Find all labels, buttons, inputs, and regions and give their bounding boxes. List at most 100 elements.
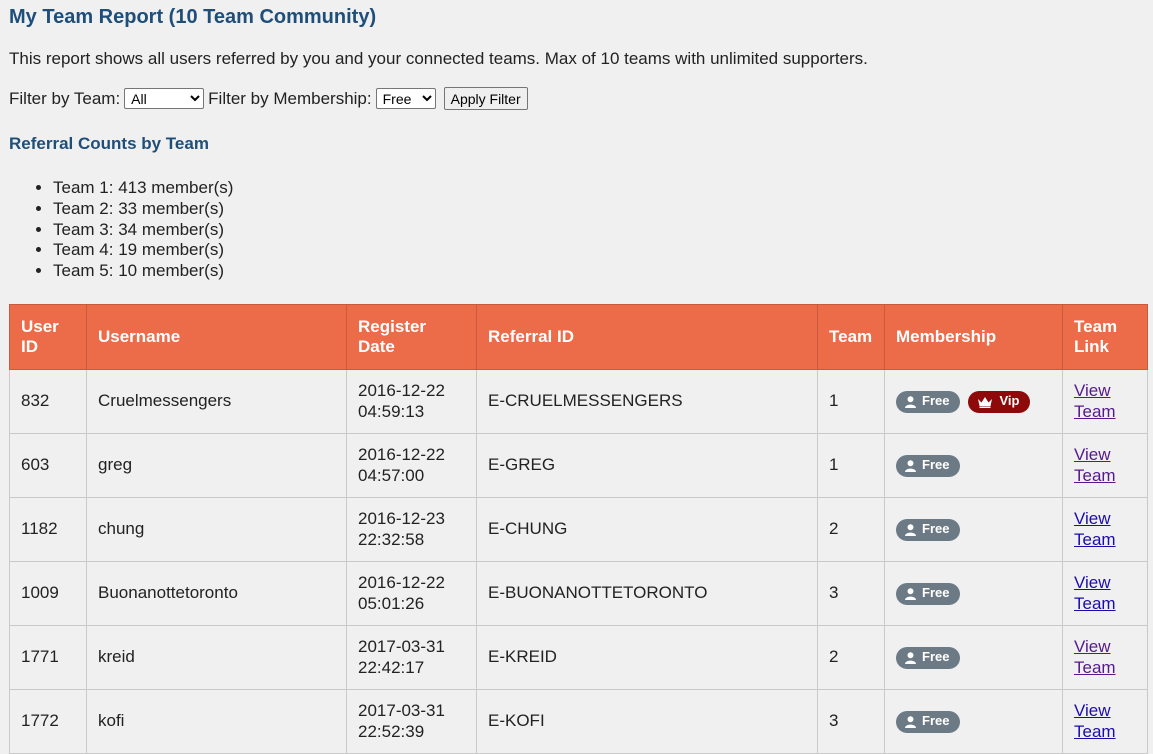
membership-filter-select[interactable]: Free <box>375 88 436 109</box>
view-team-link[interactable]: View Team <box>1074 701 1116 741</box>
register-time: 22:52:39 <box>358 721 425 741</box>
table-row: 1009 Buonanottetoronto 2016-12-22 05:01:26 E… <box>9 561 1148 626</box>
badge-free: Free <box>896 646 961 669</box>
page-description: This report shows all users referred by … <box>9 49 868 68</box>
col-header-team: Team <box>817 304 885 370</box>
badge-free: Free <box>896 454 961 477</box>
cell-referral-id: E-BUONANOTTETORONTO <box>476 561 818 626</box>
cell-team-link: View Team <box>1062 689 1148 754</box>
cell-membership: Free <box>884 625 1063 690</box>
cell-referral-id: E-CRUELMESSENGERS <box>476 369 818 434</box>
apply-filter-button[interactable]: Apply Filter <box>443 87 528 110</box>
register-date: 2016-12-23 <box>358 509 445 528</box>
table-row: 832 Cruelmessengers 2016-12-22 04:59:13 E-CR… <box>9 369 1148 434</box>
cell-membership: Free <box>884 497 1063 562</box>
cell-register-date: 2017-03-31 22:52:39 <box>346 689 477 754</box>
col-header-membership: Membership <box>884 304 1063 370</box>
team-count-item: Team 5: 10 member(s) <box>53 261 233 282</box>
cell-register-date: 2016-12-22 04:57:00 <box>346 433 477 498</box>
cell-membership: Free Vip <box>884 369 1063 434</box>
team-count-item: Team 1: 413 member(s) <box>53 178 233 199</box>
register-time: 22:32:58 <box>358 529 425 549</box>
table-row: 603 greg 2016-12-22 04:57:00 E-GREG 1 Free View… <box>9 433 1148 498</box>
user-icon <box>905 459 916 472</box>
cell-team: 2 <box>817 497 885 562</box>
cell-team: 1 <box>817 369 885 434</box>
cell-team: 2 <box>817 625 885 690</box>
cell-referral-id: E-GREG <box>476 433 818 498</box>
team-count-item: Team 4: 19 member(s) <box>53 240 233 261</box>
register-time: 22:42:17 <box>358 657 425 677</box>
badge-free-label: Free <box>922 585 950 601</box>
table-body: 832 Cruelmessengers 2016-12-22 04:59:13 E-CR… <box>9 369 1148 754</box>
team-filter-select[interactable]: All <box>124 88 205 109</box>
cell-team: 3 <box>817 689 885 754</box>
cell-username: Cruelmessengers <box>86 369 347 434</box>
referral-table: User ID Username Register Date Referral … <box>9 304 1148 754</box>
table-row: 1182 chung 2016-12-23 22:32:58 E-CHUNG 2 Free V… <box>9 497 1148 562</box>
view-team-link[interactable]: View Team <box>1074 637 1116 677</box>
badge-free: Free <box>896 582 961 605</box>
table-header-row: User ID Username Register Date Referral … <box>9 304 1148 370</box>
badge-free-label: Free <box>922 521 950 537</box>
register-date: 2016-12-22 <box>358 381 445 400</box>
cell-register-date: 2016-12-22 05:01:26 <box>346 561 477 626</box>
col-header-user-id: User ID <box>9 304 87 370</box>
cell-referral-id: E-CHUNG <box>476 497 818 562</box>
col-header-username: Username <box>86 304 347 370</box>
col-header-register-date: Register Date <box>346 304 477 370</box>
view-team-link[interactable]: View Team <box>1074 509 1116 549</box>
badge-free-label: Free <box>922 649 950 665</box>
team-count-item: Team 2: 33 member(s) <box>53 199 233 220</box>
cell-membership: Free <box>884 561 1063 626</box>
cell-username: Buonanottetoronto <box>86 561 347 626</box>
crown-icon <box>978 396 993 408</box>
filter-bar: Filter by Team: All Filter by Membership… <box>9 87 528 110</box>
cell-register-date: 2016-12-22 04:59:13 <box>346 369 477 434</box>
team-counts-list: Team 1: 413 member(s) Team 2: 33 member(… <box>9 178 233 282</box>
cell-team-link: View Team <box>1062 497 1148 562</box>
cell-team-link: View Team <box>1062 433 1148 498</box>
badge-free: Free <box>896 518 961 541</box>
cell-team: 3 <box>817 561 885 626</box>
register-date: 2016-12-22 <box>358 445 445 464</box>
cell-referral-id: E-KREID <box>476 625 818 690</box>
cell-username: greg <box>86 433 347 498</box>
register-time: 04:57:00 <box>358 465 425 485</box>
cell-membership: Free <box>884 433 1063 498</box>
cell-user-id: 1182 <box>9 497 87 562</box>
badge-vip: Vip <box>968 390 1031 413</box>
col-header-referral-id: Referral ID <box>476 304 818 370</box>
counts-heading: Referral Counts by Team <box>9 134 209 153</box>
cell-username: kreid <box>86 625 347 690</box>
user-icon <box>905 651 916 664</box>
view-team-link[interactable]: View Team <box>1074 573 1116 613</box>
cell-user-id: 1772 <box>9 689 87 754</box>
cell-register-date: 2016-12-23 22:32:58 <box>346 497 477 562</box>
register-time: 04:59:13 <box>358 401 425 421</box>
cell-username: kofi <box>86 689 347 754</box>
page: My Team Report (10 Team Community) This … <box>0 0 1153 754</box>
team-count-item: Team 3: 34 member(s) <box>53 220 233 241</box>
view-team-link[interactable]: View Team <box>1074 381 1116 421</box>
register-date: 2016-12-22 <box>358 573 445 592</box>
page-title: My Team Report (10 Team Community) <box>9 6 377 28</box>
user-icon <box>905 587 916 600</box>
cell-register-date: 2017-03-31 22:42:17 <box>346 625 477 690</box>
cell-team-link: View Team <box>1062 625 1148 690</box>
view-team-link[interactable]: View Team <box>1074 445 1116 485</box>
register-date: 2017-03-31 <box>358 637 445 656</box>
user-icon <box>905 395 916 408</box>
register-date: 2017-03-31 <box>358 701 445 720</box>
badge-free: Free <box>896 390 961 413</box>
table-row: 1771 kreid 2017-03-31 22:42:17 E-KREID 2 Free V… <box>9 625 1148 690</box>
badge-free-label: Free <box>922 393 950 409</box>
filter-membership-label: Filter by Membership: <box>208 88 372 108</box>
cell-referral-id: E-KOFI <box>476 689 818 754</box>
cell-user-id: 1771 <box>9 625 87 690</box>
register-time: 05:01:26 <box>358 593 425 613</box>
cell-user-id: 832 <box>9 369 87 434</box>
cell-team-link: View Team <box>1062 561 1148 626</box>
table-row: 1772 kofi 2017-03-31 22:52:39 E-KOFI 3 Free Vie… <box>9 689 1148 754</box>
cell-team: 1 <box>817 433 885 498</box>
